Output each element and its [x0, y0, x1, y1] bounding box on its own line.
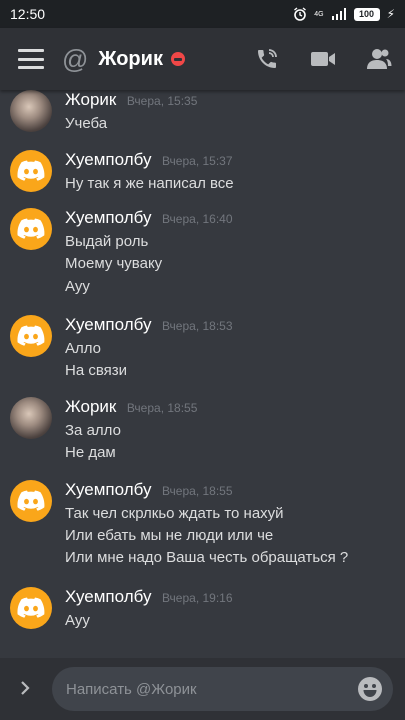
at-icon: @	[62, 43, 89, 74]
chevron-right-icon	[21, 681, 30, 695]
message-author[interactable]: Жорик	[65, 397, 116, 416]
message-text: Моему чуваку	[65, 255, 163, 272]
message-timestamp: Вчера, 18:53	[161, 319, 233, 333]
message-input-wrapper	[52, 667, 393, 711]
message-author[interactable]: Хуемполбу	[65, 315, 152, 334]
message-author[interactable]: Хуемполбу	[65, 208, 152, 227]
battery-icon: 100	[353, 7, 380, 21]
dnd-status-icon	[170, 52, 185, 66]
message-text: Или мне надо Ваша честь обращаться ?	[65, 549, 349, 566]
message-list[interactable]: Жорик Вчера, 15:35 Учеба Хуемполбу Вчера…	[0, 90, 405, 658]
message-composer	[0, 658, 405, 720]
status-time: 12:50	[10, 6, 46, 22]
channel-title: Жорик	[98, 47, 163, 70]
status-icons: 4G 100 ⚡	[293, 7, 395, 21]
message-timestamp: Вчера, 18:55	[161, 484, 233, 498]
status-bar: 12:50 4G 100 ⚡	[0, 0, 405, 28]
message-text: Ну так я же написал все	[65, 175, 234, 192]
message-author[interactable]: Хуемполбу	[65, 150, 152, 169]
phone-icon	[258, 49, 277, 68]
discord-logo-icon	[17, 597, 45, 618]
message-timestamp: Вчера, 15:35	[126, 94, 198, 108]
channel-header: @ Жорик	[0, 28, 405, 90]
message-text: Или ебать мы не люди или че	[65, 527, 274, 544]
message-author[interactable]: Хуемполбу	[65, 480, 152, 499]
menu-button[interactable]	[18, 49, 44, 69]
avatar[interactable]	[10, 480, 52, 522]
message-timestamp: Вчера, 16:40	[161, 212, 233, 226]
video-call-button[interactable]	[309, 45, 337, 73]
message-input[interactable]	[66, 680, 357, 698]
member-list-button[interactable]	[365, 45, 393, 73]
avatar[interactable]	[10, 587, 52, 629]
message-text: На связи	[65, 362, 128, 379]
message-timestamp: Вчера, 19:16	[161, 591, 233, 605]
message-text: Алло	[65, 340, 102, 357]
avatar[interactable]	[10, 90, 52, 132]
signal-icon	[331, 8, 346, 20]
emoji-icon[interactable]	[357, 676, 383, 702]
video-camera-icon	[311, 52, 335, 66]
avatar[interactable]	[10, 315, 52, 357]
network-type: 4G	[314, 10, 324, 18]
header-actions	[253, 45, 393, 73]
avatar[interactable]	[10, 150, 52, 192]
expand-actions-button[interactable]	[18, 676, 40, 702]
charging-icon: ⚡	[386, 7, 395, 21]
discord-logo-icon	[17, 160, 45, 181]
message-text: За алло	[65, 422, 121, 439]
discord-logo-icon	[17, 218, 45, 239]
message-text: Учеба	[65, 115, 108, 132]
message-author[interactable]: Жорик	[65, 90, 116, 109]
message-text: Так чел скрлкьо ждать то нахуй	[65, 505, 284, 522]
alarm-icon	[294, 7, 307, 21]
message-timestamp: Вчера, 15:37	[161, 154, 233, 168]
message-text: Не дам	[65, 444, 116, 461]
voice-call-button[interactable]	[253, 45, 281, 73]
message-text: Ауу	[65, 612, 90, 629]
message-text: Ауу	[65, 278, 90, 295]
discord-logo-icon	[17, 490, 45, 511]
person-icon	[367, 49, 392, 69]
avatar[interactable]	[10, 397, 52, 439]
message-timestamp: Вчера, 18:55	[126, 401, 198, 415]
message-text: Выдай роль	[65, 233, 149, 250]
message-author[interactable]: Хуемполбу	[65, 587, 152, 606]
avatar[interactable]	[10, 208, 52, 250]
discord-logo-icon	[17, 325, 45, 346]
